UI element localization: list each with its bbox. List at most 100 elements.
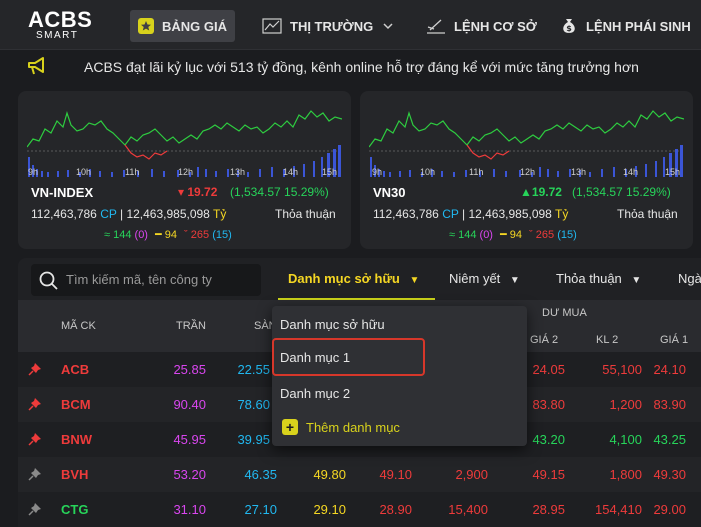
- tab-ngay[interactable]: Ngà: [678, 271, 701, 286]
- deal-label[interactable]: Thỏa thuận: [275, 207, 336, 221]
- logo-main: ACBS: [28, 7, 93, 32]
- tick-label: 11h: [469, 167, 484, 177]
- symbol: BNW: [61, 432, 93, 447]
- nav-label: LỆNH PHÁI SINH: [586, 18, 691, 34]
- tab-label: Ngà: [678, 271, 701, 286]
- search-placeholder: Tìm kiếm mã, tên công ty: [66, 272, 212, 287]
- breadth-line: ≈ 144 (0) ━ 94 ˇ 265 (15): [104, 228, 232, 241]
- ceiling-count: (0): [134, 229, 148, 241]
- buy-vol-2: 1,800: [609, 467, 642, 482]
- pin-icon[interactable]: [28, 362, 42, 376]
- floor-price: 22.55: [237, 362, 270, 377]
- tick-label: 12h: [178, 167, 194, 177]
- nav-thi-truong[interactable]: THỊ TRƯỜNG: [262, 10, 403, 42]
- col-header-ceil[interactable]: TRẦN: [176, 320, 206, 332]
- arrow-up-icon: ▲: [520, 185, 532, 199]
- add-portfolio-button[interactable]: Thêm danh mục: [306, 420, 400, 435]
- ceil-price: 45.95: [173, 432, 206, 447]
- value-unit: Tỷ: [554, 207, 569, 221]
- advance-icon: ≈: [449, 229, 456, 241]
- buy-vol-2: 55,100: [602, 362, 642, 377]
- ceil-price: 90.40: [173, 397, 206, 412]
- volume-unit: CP: [100, 207, 117, 221]
- unchanged-icon: ━: [500, 229, 507, 241]
- decline-count: 265: [190, 229, 210, 241]
- index-volume-line: 112,463,786 CP | 12,463,985,098 Tỷ: [31, 207, 227, 221]
- pen-icon: [427, 19, 445, 34]
- index-change-value: 19.72: [531, 185, 562, 199]
- index-change-detail: (1,534.57 15.29%): [230, 185, 329, 199]
- dropdown-header[interactable]: Danh mục sở hữu: [280, 317, 385, 332]
- floor-price: 46.35: [244, 467, 277, 482]
- nav-lenh-phai-sinh[interactable]: $ LỆNH PHÁI SINH: [560, 10, 691, 42]
- caret-down-icon: ▼: [631, 275, 642, 286]
- col-header-price2[interactable]: GIÁ 2: [530, 334, 558, 346]
- unchanged-count: 94: [509, 229, 522, 241]
- tick-label: 15h: [665, 167, 681, 177]
- star-icon: [138, 18, 154, 34]
- plus-icon[interactable]: +: [282, 419, 298, 435]
- symbol: BVH: [61, 467, 89, 482]
- tick-label: 9h: [372, 167, 383, 177]
- logo-sub: SMART: [36, 30, 79, 41]
- breadth-line: ≈ 144 (0) ━ 94 ˇ 265 (15): [449, 228, 577, 241]
- decline-count: 265: [535, 229, 555, 241]
- advance-count: 144: [458, 229, 477, 241]
- ceil-price: 25.85: [173, 362, 206, 377]
- chart-icon: [262, 18, 282, 34]
- nav-label: BẢNG GIÁ: [162, 18, 227, 34]
- tick-label: 15h: [322, 167, 338, 177]
- top-nav-bar: ACBS SMART BẢNG GIÁ THỊ TRƯỜNG LỆNH CƠ S…: [0, 0, 701, 50]
- floor-price: 78.60: [237, 397, 270, 412]
- buy-vol-2: 4,100: [609, 432, 642, 447]
- news-ticker[interactable]: ACBS đạt lãi kỷ lục với 513 tỷ đồng, kên…: [0, 51, 701, 83]
- ceiling-count: (0): [479, 229, 493, 241]
- volume-unit: CP: [442, 207, 459, 221]
- search-box[interactable]: Tìm kiếm mã, tên công ty: [31, 264, 261, 296]
- index-change: ▲19.72: [520, 185, 562, 199]
- pin-icon[interactable]: [28, 397, 42, 411]
- tick-label: 10h: [420, 167, 436, 177]
- index-change: ▾ 19.72: [178, 185, 217, 199]
- moneybag-icon: $: [563, 19, 575, 33]
- index-change-detail: (1,534.57 15.29%): [572, 185, 671, 199]
- svg-text:$: $: [566, 24, 572, 33]
- unchanged-count: 94: [164, 229, 177, 241]
- pin-icon[interactable]: [28, 432, 42, 446]
- table-row[interactable]: CTG 31.10 27.10 29.10 28.90 15,400 28.95…: [18, 492, 701, 527]
- symbol: BCM: [61, 397, 91, 412]
- deal-label[interactable]: Thỏa thuận: [617, 207, 678, 221]
- nav-lenh-co-so[interactable]: LỆNH CƠ SỞ: [426, 10, 537, 42]
- dropdown-item-danh-muc-1[interactable]: Danh mục 1: [280, 350, 350, 365]
- index-change-value: 19.72: [187, 185, 218, 199]
- tab-niem-yet[interactable]: Niêm yết ▼: [449, 271, 520, 286]
- decline-icon: ˇ: [184, 229, 188, 241]
- ref-price: 49.80: [313, 467, 346, 482]
- col-group-buy: DƯ MUA: [542, 307, 587, 319]
- pin-icon[interactable]: [28, 502, 42, 516]
- index-name: VN-INDEX: [31, 185, 94, 200]
- floor-count: (15): [557, 229, 577, 241]
- intraday-chart: [369, 110, 684, 177]
- col-header-symbol[interactable]: MÃ CK: [61, 320, 96, 332]
- tick-label: 14h: [623, 167, 639, 177]
- dropdown-item-danh-muc-2[interactable]: Danh mục 2: [280, 386, 350, 401]
- search-icon: [39, 271, 58, 290]
- index-name: VN30: [373, 185, 406, 200]
- nav-label: THỊ TRƯỜNG: [290, 18, 374, 34]
- tab-thoa-thuan[interactable]: Thỏa thuận ▼: [556, 271, 641, 286]
- col-header-vol2[interactable]: KL 2: [596, 334, 618, 346]
- table-row[interactable]: BVH 53.20 46.35 49.80 49.10 2,900 49.15 …: [18, 457, 701, 492]
- tab-danh-muc-so-huu[interactable]: Danh mục sở hữu ▼: [288, 271, 419, 286]
- value-unit: Tỷ: [212, 207, 227, 221]
- nav-bang-gia[interactable]: BẢNG GIÁ: [130, 10, 235, 42]
- chevron-down-icon: [383, 23, 393, 30]
- pin-icon[interactable]: [28, 467, 42, 481]
- tab-label: Danh mục sở hữu: [288, 271, 400, 286]
- buy-vol-3: 2,900: [455, 467, 488, 482]
- acbs-logo[interactable]: ACBS SMART: [28, 7, 93, 43]
- col-header-price1[interactable]: GIÁ 1: [660, 334, 688, 346]
- tick-label: 12h: [520, 167, 536, 177]
- tick-label: 14h: [283, 167, 299, 177]
- ceil-price: 53.20: [173, 467, 206, 482]
